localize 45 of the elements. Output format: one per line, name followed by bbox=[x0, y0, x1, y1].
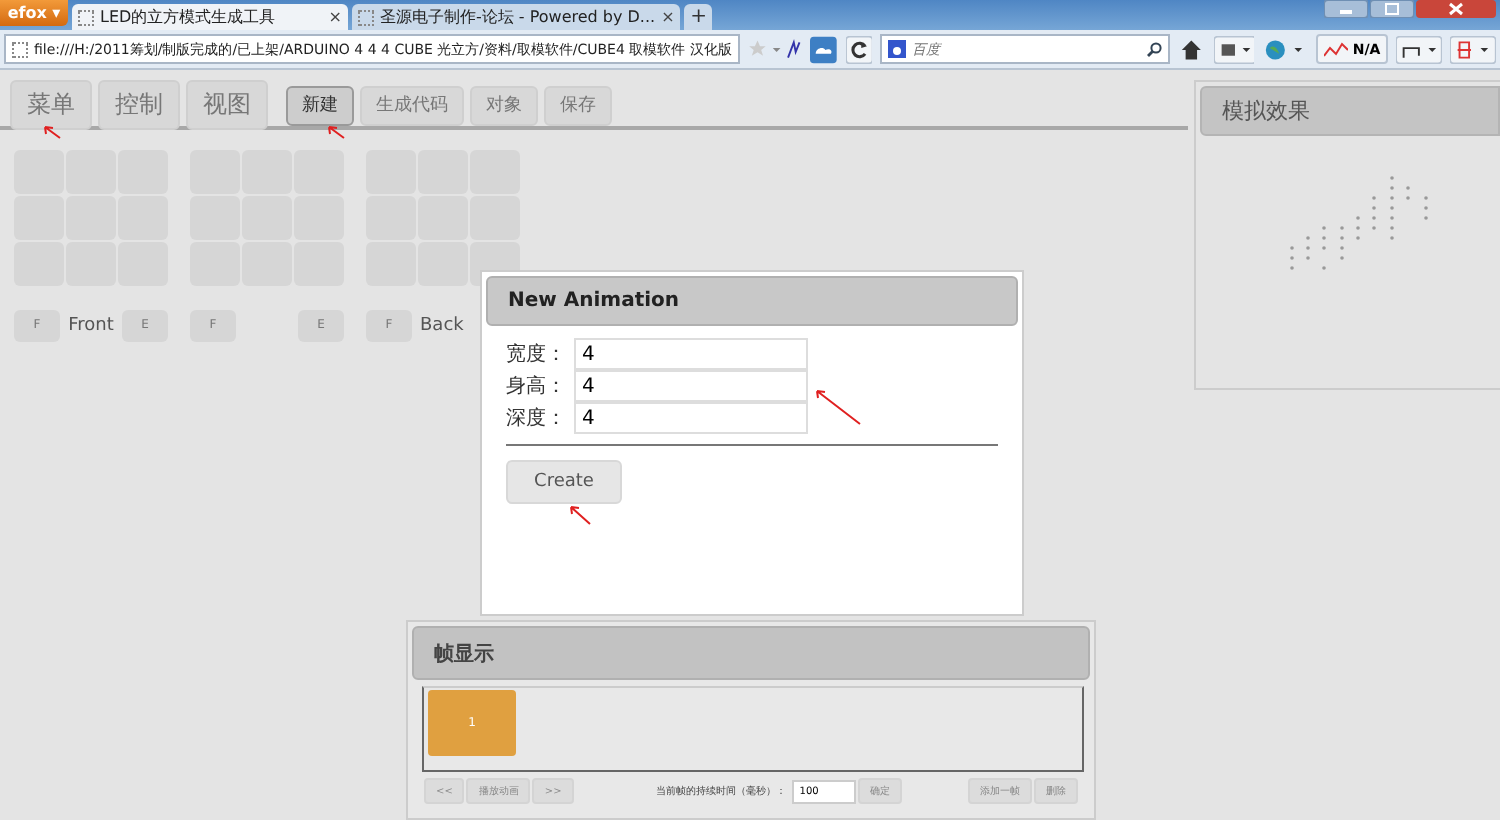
layer-caption: Back bbox=[420, 315, 464, 335]
page-icon bbox=[358, 9, 374, 25]
annotation-arrow bbox=[328, 126, 346, 140]
search-icon[interactable] bbox=[1146, 41, 1163, 57]
led-dots-drawing bbox=[1286, 172, 1430, 272]
window-menu-icon[interactable] bbox=[1213, 35, 1255, 63]
field-label: 身高： bbox=[506, 373, 568, 400]
menu-button[interactable]: 控制 bbox=[98, 80, 180, 130]
close-icon[interactable] bbox=[1416, 0, 1496, 18]
firefox-menu-button[interactable]: efox ▾ bbox=[0, 0, 68, 26]
toolbar-button[interactable]: 对象 bbox=[470, 85, 538, 125]
menu-button[interactable]: 视图 bbox=[186, 80, 268, 130]
layer-caption: Front bbox=[68, 315, 114, 335]
new-tab-button[interactable]: + bbox=[684, 4, 713, 30]
input-field[interactable]: 4 bbox=[574, 338, 808, 370]
menu-button[interactable]: 菜单 bbox=[10, 80, 92, 130]
input-field[interactable]: 4 bbox=[574, 370, 808, 402]
create-button[interactable]: Create bbox=[506, 460, 622, 504]
panel-header: 帧显示 bbox=[412, 626, 1090, 680]
page-icon bbox=[78, 9, 94, 25]
home-icon[interactable] bbox=[1178, 35, 1205, 63]
panel-header: 模拟效果 bbox=[1200, 86, 1500, 136]
bookmark-star-icon[interactable] bbox=[748, 37, 803, 61]
tab-title: 圣源电子制作-论坛 - Powered by D... bbox=[380, 6, 656, 28]
annotation-arrow bbox=[44, 126, 62, 140]
close-icon[interactable]: × bbox=[661, 8, 675, 26]
field-label: 深度： bbox=[506, 405, 568, 432]
toolbar-button[interactable]: 保存 bbox=[544, 85, 612, 125]
maximize-icon[interactable] bbox=[1370, 0, 1414, 18]
annotation-arrow bbox=[570, 506, 592, 526]
annotation-arrow bbox=[816, 390, 862, 426]
field-label: 宽度： bbox=[506, 341, 568, 368]
page-icon bbox=[12, 41, 28, 57]
toolbar-button[interactable]: 新建 bbox=[286, 85, 354, 125]
browser-tab[interactable]: 圣源电子制作-论坛 - Powered by D... × bbox=[352, 4, 681, 30]
tab-title: LED的立方模式生成工具 bbox=[100, 6, 278, 28]
toolbar-button[interactable]: 生成代码 bbox=[360, 85, 464, 125]
close-icon[interactable]: × bbox=[328, 8, 342, 26]
input-field[interactable]: 4 bbox=[574, 402, 808, 434]
reload-icon[interactable] bbox=[845, 35, 872, 63]
addon-menu-icon[interactable] bbox=[1450, 35, 1496, 63]
minimize-icon[interactable] bbox=[1324, 0, 1368, 18]
dialog-title: New Animation bbox=[486, 276, 1018, 326]
chart-line-icon bbox=[1324, 41, 1349, 57]
browser-tab[interactable]: LED的立方模式生成工具 × bbox=[72, 4, 348, 30]
